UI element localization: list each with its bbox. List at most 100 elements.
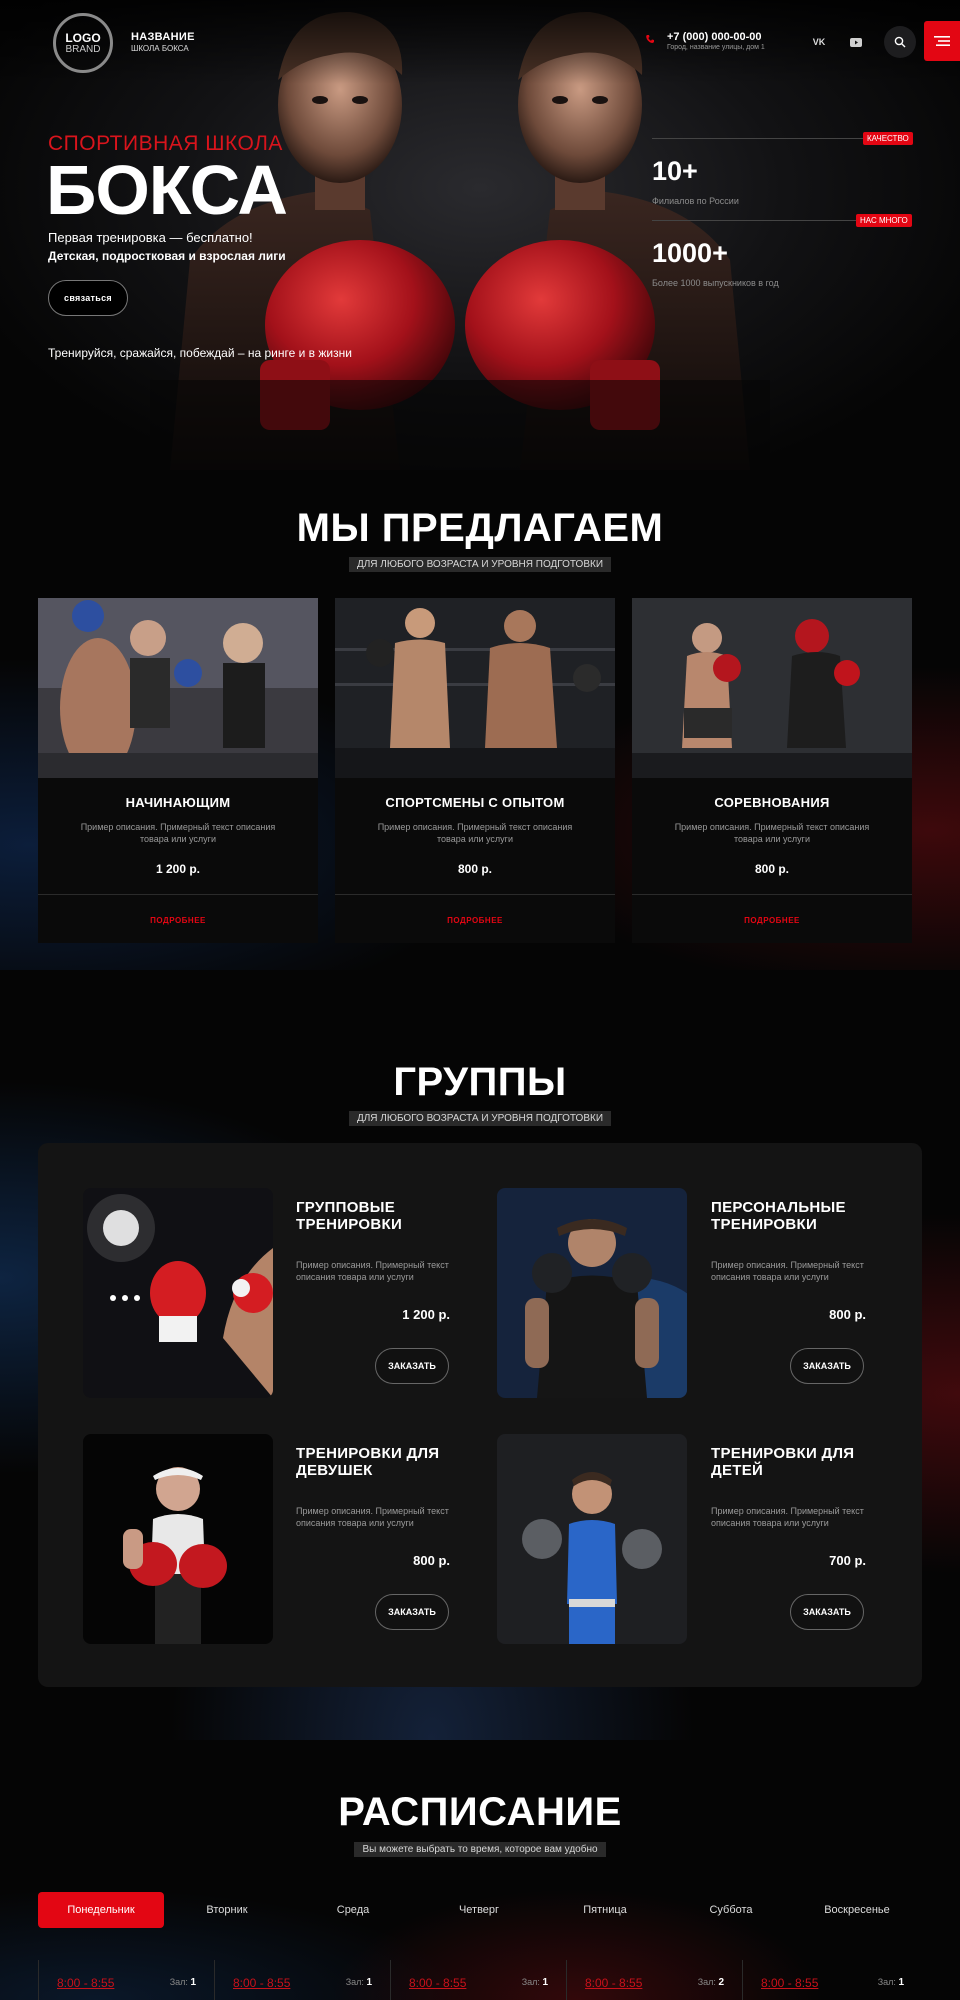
tab-friday[interactable]: Пятница (542, 1892, 668, 1928)
group-price: 800 р. (413, 1553, 450, 1568)
offer-card[interactable]: СПОРТСМЕНЫ С ОПЫТОМ Пример описания. При… (335, 598, 615, 943)
offer-card-title: СПОРТСМЕНЫ С ОПЫТОМ (385, 795, 565, 810)
tab-thursday[interactable]: Четверг (416, 1892, 542, 1928)
tab-sunday[interactable]: Воскресенье (794, 1892, 920, 1928)
personal-training-photo (497, 1188, 687, 1398)
address: Город, название улицы, дом 1 (667, 44, 765, 51)
group-price: 700 р. (829, 1553, 866, 1568)
order-button[interactable]: ЗАКАЗАТЬ (790, 1348, 864, 1384)
offer-card-description: Пример описания. Примерный текст описани… (80, 822, 276, 844)
slot-time: 8:00 - 8:55 (233, 1976, 291, 1990)
tab-saturday[interactable]: Суббота (668, 1892, 794, 1928)
stat-badge: НАС МНОГО (856, 214, 912, 227)
schedule-slot[interactable]: 8:00 - 8:55 Зал: 1 (38, 1960, 214, 2000)
tab-wednesday[interactable]: Среда (290, 1892, 416, 1928)
menu-button[interactable] (924, 21, 960, 61)
slot-hall: Зал: 1 (521, 1977, 548, 1988)
divider (335, 894, 615, 895)
logo-text: LOGO (65, 30, 101, 45)
order-button[interactable]: ЗАКАЗАТЬ (375, 1594, 449, 1630)
menu-icon (934, 36, 950, 46)
offer-card-title: НАЧИНАЮЩИМ (125, 795, 231, 810)
brand-name: НАЗВАНИЕ (131, 31, 195, 43)
group-title: ТРЕНИРОВКИ ДЛЯ ДЕВУШЕК (296, 1445, 440, 1479)
offer-card[interactable]: СОРЕВНОВАНИЯ Пример описания. Примерный … (632, 598, 912, 943)
group-title: ПЕРСОНАЛЬНЫЕ ТРЕНИРОВКИ (711, 1199, 846, 1233)
kids-training-photo (497, 1434, 687, 1644)
youtube-icon[interactable] (848, 34, 864, 50)
groups-subtitle-wrap: ДЛЯ ЛЮБОГО ВОЗРАСТА И УРОВНЯ ПОДГОТОВКИ (0, 1111, 960, 1126)
offer-experienced-photo (335, 598, 615, 778)
stat-value: 10+ (652, 156, 698, 186)
vk-icon[interactable]: VK (811, 34, 827, 50)
girls-training-photo (83, 1434, 273, 1644)
groups-subtitle: ДЛЯ ЛЮБОГО ВОЗРАСТА И УРОВНЯ ПОДГОТОВКИ (348, 1111, 612, 1126)
group-description: Пример описания. Примерный текст описани… (711, 1260, 864, 1282)
stat-value: 1000+ (652, 238, 728, 268)
logo-subtext: BRAND (65, 43, 101, 55)
hero-title: БОКСА (46, 151, 288, 229)
phone-number[interactable]: +7 (000) 000-00-00 (667, 31, 761, 43)
offer-card-description: Пример описания. Примерный текст описани… (377, 822, 573, 844)
slot-hall: Зал: 2 (697, 1977, 724, 1988)
divider (632, 894, 912, 895)
logo[interactable]: LOGO BRAND (53, 13, 113, 73)
stat-badge: КАЧЕСТВО (863, 132, 913, 145)
offer-subtitle-wrap: ДЛЯ ЛЮБОГО ВОЗРАСТА И УРОВНЯ ПОДГОТОВКИ (0, 557, 960, 572)
slot-time: 8:00 - 8:55 (409, 1976, 467, 1990)
schedule-subtitle: Вы можете выбрать то время, которое вам … (354, 1842, 606, 1857)
group-title: ТРЕНИРОВКИ ДЛЯ ДЕТЕЙ (711, 1445, 855, 1479)
group-price: 1 200 р. (402, 1307, 450, 1322)
slot-hall: Зал: 1 (345, 1977, 372, 1988)
offer-subtitle: ДЛЯ ЛЮБОГО ВОЗРАСТА И УРОВНЯ ПОДГОТОВКИ (348, 557, 612, 572)
hero-tagline: Тренируйся, сражайся, побеждай – на ринг… (48, 346, 352, 360)
slot-time: 8:00 - 8:55 (761, 1976, 819, 1990)
slot-time: 8:00 - 8:55 (585, 1976, 643, 1990)
more-link[interactable]: ПОДРОБНЕЕ (38, 916, 318, 925)
stat-description: Более 1000 выпускников в год (652, 278, 779, 288)
order-button[interactable]: ЗАКАЗАТЬ (375, 1348, 449, 1384)
search-button[interactable] (884, 26, 916, 58)
offer-card-price: 800 р. (754, 862, 790, 876)
schedule-title: РАСПИСАНИЕ (338, 1790, 622, 1834)
slot-hall: Зал: 1 (169, 1977, 196, 1988)
group-price: 800 р. (829, 1307, 866, 1322)
stat-description: Филиалов по России (652, 196, 739, 206)
tab-monday[interactable]: Понедельник (38, 1892, 164, 1928)
offer-card-description: Пример описания. Примерный текст описани… (674, 822, 870, 844)
offer-card-title: СОРЕВНОВАНИЯ (714, 795, 830, 810)
offer-beginners-photo (38, 598, 318, 778)
offer-card-price: 800 р. (457, 862, 493, 876)
hero-section: LOGO BRAND НАЗВАНИЕ ШКОЛА БОКСА +7 (000)… (0, 0, 960, 470)
schedule-slot[interactable]: 8:00 - 8:55 Зал: 1 (742, 1960, 922, 2000)
hero-free-trial: Первая тренировка — бесплатно! (48, 230, 253, 245)
offer-title: МЫ ПРЕДЛАГАЕМ (296, 506, 664, 550)
group-title: ГРУППОВЫЕ ТРЕНИРОВКИ (296, 1199, 403, 1233)
hero-leagues: Детская, подростковая и взрослая лиги (48, 249, 286, 263)
more-link[interactable]: ПОДРОБНЕЕ (632, 916, 912, 925)
schedule-slot[interactable]: 8:00 - 8:55 Зал: 2 (566, 1960, 742, 2000)
offer-competitions-photo (632, 598, 912, 778)
schedule-slot[interactable]: 8:00 - 8:55 Зал: 1 (214, 1960, 390, 2000)
more-link[interactable]: ПОДРОБНЕЕ (335, 916, 615, 925)
page: LOGO BRAND НАЗВАНИЕ ШКОЛА БОКСА +7 (000)… (0, 0, 960, 2000)
divider (38, 894, 318, 895)
group-description: Пример описания. Примерный текст описани… (296, 1260, 449, 1282)
search-icon (894, 36, 906, 48)
offer-card[interactable]: НАЧИНАЮЩИМ Пример описания. Примерный те… (38, 598, 318, 943)
offer-card-price: 1 200 р. (155, 862, 201, 876)
schedule-subtitle-wrap: Вы можете выбрать то время, которое вам … (0, 1842, 960, 1857)
brand-subtitle: ШКОЛА БОКСА (131, 44, 189, 53)
contact-button[interactable]: связаться (48, 280, 128, 316)
schedule-slot[interactable]: 8:00 - 8:55 Зал: 1 (390, 1960, 566, 2000)
group-description: Пример описания. Примерный текст описани… (711, 1506, 864, 1528)
group-training-photo (83, 1188, 273, 1398)
tab-tuesday[interactable]: Вторник (164, 1892, 290, 1928)
order-button[interactable]: ЗАКАЗАТЬ (790, 1594, 864, 1630)
slot-time: 8:00 - 8:55 (57, 1976, 115, 1990)
site-header: LOGO BRAND НАЗВАНИЕ ШКОЛА БОКСА +7 (000)… (0, 0, 960, 84)
phone-icon (646, 35, 654, 44)
groups-title: ГРУППЫ (393, 1060, 567, 1104)
slot-hall: Зал: 1 (877, 1977, 904, 1988)
group-description: Пример описания. Примерный текст описани… (296, 1506, 449, 1528)
